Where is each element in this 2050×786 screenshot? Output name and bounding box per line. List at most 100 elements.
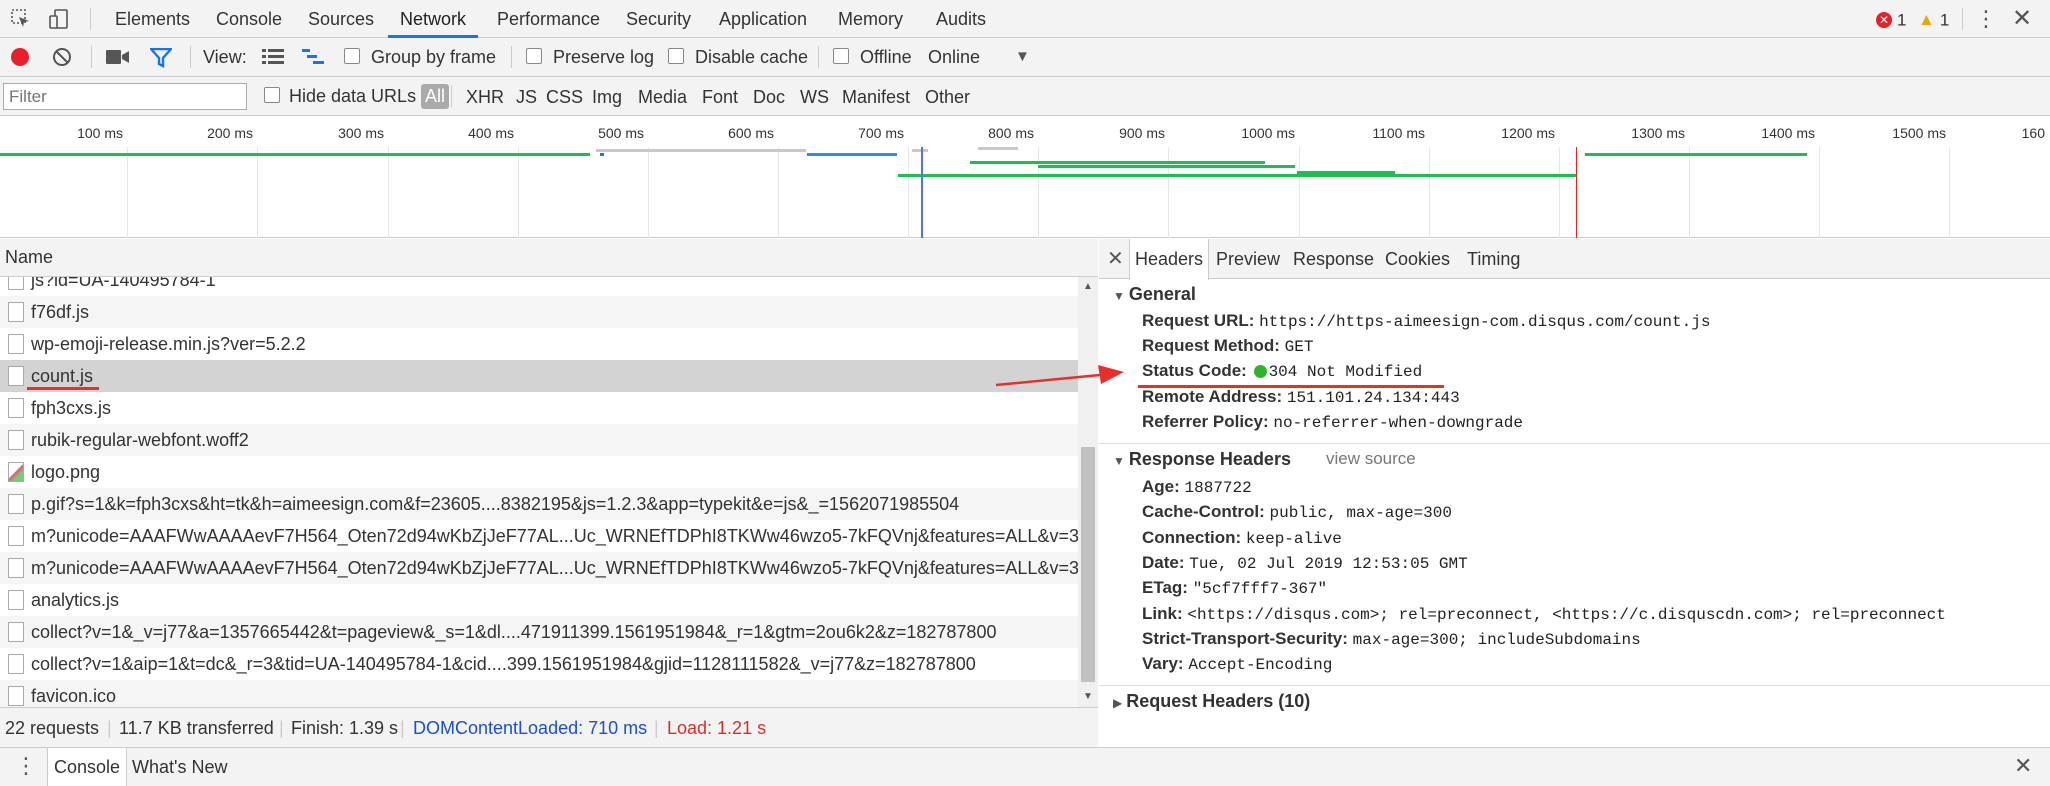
record-button[interactable] bbox=[11, 48, 29, 66]
timeline-overview[interactable]: 100 ms 200 ms 300 ms 400 ms 500 ms 600 m… bbox=[0, 117, 2050, 238]
request-row[interactable]: f76df.js bbox=[0, 296, 1078, 328]
filter-type-all[interactable]: All bbox=[421, 84, 450, 109]
drawer-tab-whats-new[interactable]: What's New bbox=[126, 748, 233, 786]
hide-data-urls-checkbox[interactable] bbox=[264, 87, 280, 103]
general-section-toggle[interactable]: ▼ General bbox=[1113, 284, 1196, 305]
response-headers-toggle[interactable]: ▼ Response Headers bbox=[1113, 449, 1291, 470]
throttling-select[interactable]: Online bbox=[928, 47, 980, 68]
preserve-log-checkbox[interactable] bbox=[526, 48, 542, 64]
filter-type-font[interactable]: Font bbox=[702, 87, 738, 108]
tab-performance[interactable]: Performance bbox=[485, 0, 612, 38]
file-icon bbox=[8, 366, 24, 386]
tab-elements[interactable]: Elements bbox=[103, 0, 202, 38]
header-row: Referrer Policy: no-referrer-when-downgr… bbox=[1142, 412, 1523, 432]
request-row[interactable]: collect?v=1&_v=j77&a=1357665442&t=pagevi… bbox=[0, 616, 1078, 648]
filter-input[interactable] bbox=[3, 83, 247, 110]
section-divider bbox=[1099, 443, 2050, 444]
filter-type-xhr[interactable]: XHR bbox=[466, 87, 504, 108]
filter-type-media[interactable]: Media bbox=[638, 87, 687, 108]
request-name: logo.png bbox=[31, 462, 101, 482]
request-row[interactable]: logo.png bbox=[0, 456, 1078, 488]
tab-preview[interactable]: Preview bbox=[1211, 239, 1285, 279]
disable-cache-checkbox[interactable] bbox=[668, 48, 684, 64]
request-row[interactable]: wp-emoji-release.min.js?ver=5.2.2 bbox=[0, 328, 1078, 360]
scroll-up-icon[interactable]: ▲ bbox=[1083, 281, 1093, 292]
disable-cache-label: Disable cache bbox=[695, 47, 809, 67]
tab-security[interactable]: Security bbox=[614, 0, 703, 38]
filter-type-css[interactable]: CSS bbox=[546, 87, 583, 108]
name-column-header[interactable]: Name bbox=[0, 239, 1098, 277]
chevron-down-icon[interactable]: ▼ bbox=[1015, 48, 1030, 65]
tab-console[interactable]: Console bbox=[204, 0, 294, 38]
request-list-scrollbar[interactable]: ▲ ▼ bbox=[1078, 277, 1098, 707]
request-row[interactable]: rubik-regular-webfont.woff2 bbox=[0, 424, 1078, 456]
grid-line bbox=[1559, 147, 1560, 238]
request-row[interactable]: m?unicode=AAAFWwAAAAevF7H564_Oten72d94wK… bbox=[0, 520, 1078, 552]
header-value: GET bbox=[1284, 338, 1314, 356]
tab-network[interactable]: Network bbox=[388, 0, 479, 38]
status-code-row: Status Code: 304 Not Modified bbox=[1142, 361, 1422, 381]
large-rows-icon[interactable] bbox=[262, 49, 284, 70]
device-toolbar-icon[interactable] bbox=[48, 8, 70, 30]
file-icon bbox=[8, 558, 24, 578]
request-row[interactable]: js?id=UA-140495784-1 bbox=[0, 277, 1078, 296]
separator bbox=[818, 46, 819, 68]
request-name: m?unicode=AAAFWwAAAAevF7H564_Oten72d94wK… bbox=[31, 526, 1078, 546]
warning-count: 1 bbox=[1939, 10, 1950, 30]
tick-label: 1500 ms bbox=[1892, 125, 1946, 141]
tab-sources[interactable]: Sources bbox=[296, 0, 386, 38]
finish-time: Finish: 1.39 s bbox=[291, 718, 399, 738]
request-row[interactable]: p.gif?s=1&k=fph3cxs&ht=tk&h=aimeesign.co… bbox=[0, 488, 1078, 520]
header-row: Connection: keep-alive bbox=[1142, 528, 1342, 548]
grid-line bbox=[778, 147, 779, 238]
filter-type-manifest[interactable]: Manifest bbox=[842, 87, 910, 108]
header-row: Request URL: https://https-aimeesign-com… bbox=[1142, 311, 1710, 331]
tab-headers[interactable]: Headers bbox=[1129, 239, 1210, 280]
request-row[interactable]: collect?v=1&aip=1&t=dc&_r=3&tid=UA-14049… bbox=[0, 648, 1078, 680]
request-row[interactable]: m?unicode=AAAFWwAAAAevF7H564_Oten72d94wK… bbox=[0, 552, 1078, 584]
filter-type-other[interactable]: Other bbox=[925, 87, 970, 108]
warning-counter[interactable]: ▲ 1 bbox=[1918, 9, 1949, 30]
request-row[interactable]: analytics.js bbox=[0, 584, 1078, 616]
tab-audits[interactable]: Audits bbox=[924, 0, 998, 38]
tab-application[interactable]: Application bbox=[707, 0, 819, 38]
details-tab-bar: ✕ Headers Preview Response Cookies Timin… bbox=[1099, 239, 2050, 280]
close-drawer-icon[interactable]: ✕ bbox=[2014, 753, 2032, 779]
request-row[interactable]: favicon.ico bbox=[0, 680, 1078, 707]
error-counter[interactable]: ✕ 1 bbox=[1876, 9, 1906, 30]
tab-response[interactable]: Response bbox=[1288, 239, 1379, 279]
header-value: <https://disqus.com>; rel=preconnect, <h… bbox=[1187, 606, 1946, 624]
drawer-menu-icon[interactable]: ⋮ bbox=[15, 753, 37, 779]
group-by-frame-checkbox[interactable] bbox=[344, 48, 360, 64]
tab-timing[interactable]: Timing bbox=[1462, 239, 1525, 279]
header-key: Date: bbox=[1142, 553, 1185, 572]
close-details-icon[interactable]: ✕ bbox=[1107, 246, 1124, 271]
close-devtools-icon[interactable]: ✕ bbox=[2012, 4, 2032, 33]
filter-type-js[interactable]: JS bbox=[516, 87, 537, 108]
header-key: Cache-Control: bbox=[1142, 502, 1265, 521]
more-menu-icon[interactable]: ⋮ bbox=[1975, 6, 1997, 32]
triangle-down-icon: ▼ bbox=[1113, 289, 1125, 303]
screenshot-camera-icon[interactable] bbox=[106, 49, 130, 70]
tab-memory[interactable]: Memory bbox=[826, 0, 915, 38]
grid-line bbox=[127, 147, 128, 238]
clear-icon[interactable] bbox=[52, 47, 72, 72]
request-row-selected[interactable]: count.js bbox=[0, 360, 1078, 392]
filter-type-img[interactable]: Img bbox=[592, 87, 622, 108]
grid-line bbox=[908, 147, 909, 238]
request-headers-toggle[interactable]: ▶ Request Headers (10) bbox=[1113, 691, 1310, 712]
tab-cookies[interactable]: Cookies bbox=[1380, 239, 1455, 279]
scroll-thumb[interactable] bbox=[1081, 447, 1095, 682]
filter-funnel-icon[interactable] bbox=[148, 47, 174, 73]
inspect-element-icon[interactable] bbox=[10, 8, 32, 30]
tick-label: 100 ms bbox=[77, 125, 123, 141]
filter-type-doc[interactable]: Doc bbox=[753, 87, 785, 108]
scroll-down-icon[interactable]: ▼ bbox=[1083, 691, 1093, 702]
filter-type-ws[interactable]: WS bbox=[800, 87, 829, 108]
waterfall-overview-icon[interactable] bbox=[302, 49, 324, 70]
request-row[interactable]: fph3cxs.js bbox=[0, 392, 1078, 424]
separator: | bbox=[279, 718, 284, 738]
drawer-tab-console[interactable]: Console bbox=[47, 748, 128, 786]
view-source-link[interactable]: view source bbox=[1326, 449, 1416, 469]
offline-checkbox[interactable] bbox=[833, 48, 849, 64]
